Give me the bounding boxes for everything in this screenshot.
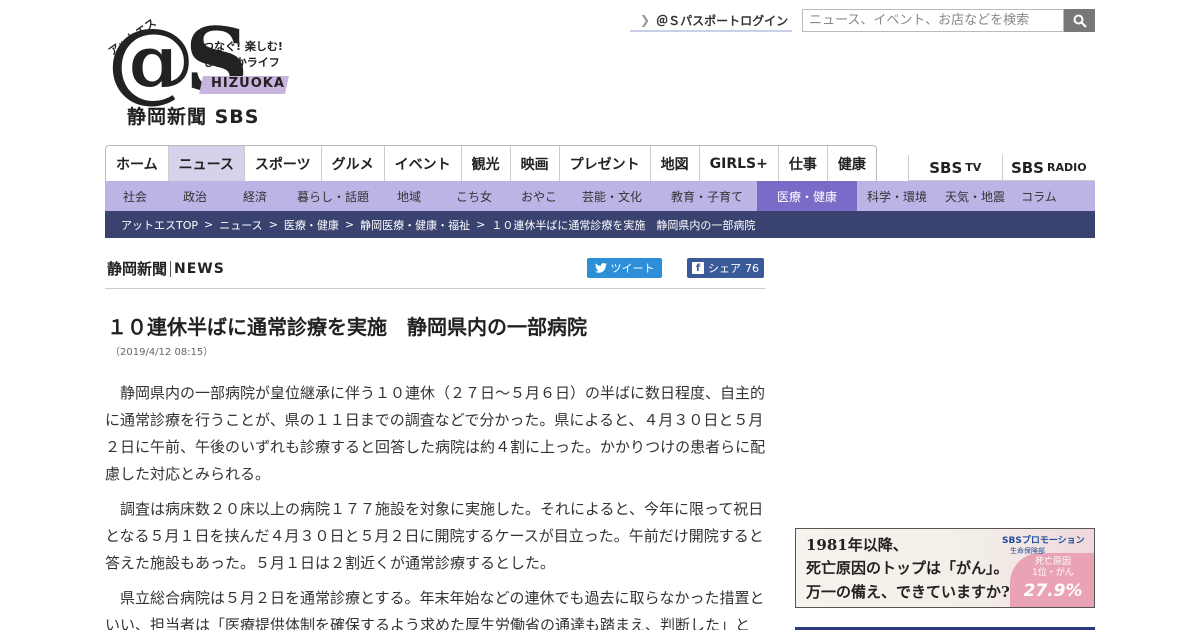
mainnav-item[interactable]: 映画 xyxy=(511,146,560,181)
subnav-item[interactable]: コラム xyxy=(1013,181,1065,211)
ad-stat-label: 死亡原因 1位・がん xyxy=(1018,557,1088,579)
subnav-item[interactable]: おやこ xyxy=(511,181,567,211)
ad-brand-sub: 生命保険部 xyxy=(1010,547,1045,555)
logo-tagline-2: しずおかライフ xyxy=(203,56,280,69)
twitter-bird-icon xyxy=(594,263,607,273)
mainnav-item[interactable]: ニュース xyxy=(168,146,245,181)
breadcrumb-item[interactable]: ニュース xyxy=(219,217,262,233)
subnav-item[interactable]: こち女 xyxy=(437,181,511,211)
broadcast-type: TV xyxy=(965,161,982,174)
breadcrumb: アットエスTOP > ニュース > 医療・健康 > 静岡医療・健康・福祉 >１０連休半ばに通常… xyxy=(105,211,1095,238)
search-input[interactable] xyxy=(802,9,1064,32)
breadcrumb-separator: > xyxy=(344,218,355,231)
ad-brand-name: SBSプロモーション xyxy=(1002,536,1085,546)
broadcast-brand: SBS xyxy=(929,158,963,177)
passport-login-link[interactable]: ❯ ＠Ｓパスポートログイン xyxy=(630,10,792,32)
ad-stat-rank: 1位・がん xyxy=(1032,568,1074,578)
ad-headline-2: 死亡原因のトップは「がん」。 xyxy=(806,559,1009,577)
broadcast-nav: SBS TV SBS RADIO xyxy=(908,155,1095,181)
subnav-item[interactable]: 天気・地震 xyxy=(937,181,1013,211)
divider xyxy=(105,288,765,289)
mainnav-item[interactable]: スポーツ xyxy=(245,146,322,181)
logo-hizuoka: HIZUOKA xyxy=(211,76,285,91)
chevron-right-icon: ❯ xyxy=(640,13,651,27)
share-count: 76 xyxy=(745,261,759,275)
ad-stat-percent: 27.9% xyxy=(1023,581,1083,601)
mainnav-item[interactable]: プレゼント xyxy=(560,146,651,181)
news-source-logo: 静岡新聞 NEWS xyxy=(107,258,225,279)
facebook-share-button[interactable]: f シェア 76 xyxy=(687,258,764,278)
article-paragraph: 静岡県内の一部病院が皇位継承に伴う１０連休（２７日～５月６日）の半ばに数日程度、… xyxy=(105,384,766,483)
logo-paper-name: 静岡新聞 SBS xyxy=(127,106,260,128)
news-source-ja: 静岡新聞 xyxy=(107,260,168,278)
breadcrumb-item[interactable]: 静岡医療・健康・福祉 xyxy=(360,217,470,233)
sub-nav: 社会 政治 経済 暮らし・話題 地域 こち女 おやこ 芸能・文化 教育・子育て 医療・健康 科学・環… xyxy=(105,181,1095,211)
site-logo[interactable]: アットエス @S つなぐ! 楽しむ! しずおかライフ HIZUOKA 静岡新聞 … xyxy=(105,14,295,130)
subnav-item[interactable]: 医療・健康 xyxy=(757,181,857,211)
subnav-item[interactable]: 暮らし・話題 xyxy=(285,181,381,211)
ad-stat-title: 死亡原因 xyxy=(1034,557,1071,567)
broadcast-brand: SBS xyxy=(1010,158,1044,177)
breadcrumb-item[interactable]: 医療・健康 xyxy=(284,217,339,233)
article-paragraph: 県立総合病院は５月２日を通常診療とする。年末年始などの連休でも過去に取らなかった… xyxy=(105,589,765,630)
passport-login-label: ＠Ｓパスポートログイン xyxy=(656,13,789,28)
divider xyxy=(170,260,172,277)
subnav-item[interactable]: 政治 xyxy=(165,181,225,211)
ad-headline-3: 万一の備え、できていますか? xyxy=(806,583,1010,601)
breadcrumb-separator: > xyxy=(476,218,486,231)
broadcast-link[interactable]: SBS RADIO xyxy=(1001,155,1095,181)
tweet-button[interactable]: ツイート xyxy=(587,258,662,278)
breadcrumb-item: １０連休半ばに通常診療を実施 静岡県内の一部病院 xyxy=(491,218,756,232)
logo-tagline: つなぐ! 楽しむ! xyxy=(203,40,283,53)
article-date: （2019/4/12 08:15） xyxy=(110,347,214,358)
mainnav-item[interactable]: 仕事 xyxy=(779,146,828,181)
mainnav-item[interactable]: 健康 xyxy=(828,146,876,181)
ad-headline-1: 1981年以降、 xyxy=(806,536,908,554)
subnav-item[interactable]: 芸能・文化 xyxy=(567,181,657,211)
search-button[interactable] xyxy=(1064,9,1095,32)
breadcrumb-separator: > xyxy=(204,218,214,231)
mainnav-item[interactable]: 観光 xyxy=(462,146,511,181)
subnav-item[interactable]: 科学・環境 xyxy=(857,181,937,211)
subnav-item[interactable]: 教育・子育て xyxy=(657,181,757,211)
news-source-en: NEWS xyxy=(174,260,225,277)
broadcast-link[interactable]: SBS TV xyxy=(908,155,1002,181)
share-label: シェア xyxy=(708,262,741,275)
article-body: 静岡県内の一部病院が皇位継承に伴う１０連休（２７日～５月６日）の半ばに数日程度、… xyxy=(105,380,767,630)
tweet-label: ツイート xyxy=(610,262,655,275)
subnav-item[interactable]: 社会 xyxy=(105,181,165,211)
mainnav-item[interactable]: イベント xyxy=(385,146,462,181)
mainnav-item[interactable]: グルメ xyxy=(322,146,385,181)
subnav-item[interactable]: 経済 xyxy=(225,181,285,211)
broadcast-type: RADIO xyxy=(1046,161,1087,174)
breadcrumb-separator: > xyxy=(268,218,278,231)
breadcrumb-item[interactable]: アットエスTOP xyxy=(121,217,198,233)
ad-brand: SBSプロモーション 生命保険部 xyxy=(1002,533,1085,556)
main-nav: ホーム ニュース スポーツ グルメ イベント 観光 映画 プレゼント 地図 GIRLS+ 仕事 健康 xyxy=(105,145,877,181)
article-paragraph: 調査は病床数２０床以上の病院１７７施設を対象に実施した。それによると、今年に限っ… xyxy=(105,500,764,572)
search-icon xyxy=(1073,14,1087,28)
mainnav-item[interactable]: GIRLS+ xyxy=(700,146,779,181)
facebook-icon: f xyxy=(692,262,704,274)
mainnav-item[interactable]: 地図 xyxy=(651,146,700,181)
article-title: １０連休半ばに通常診療を実施 静岡県内の一部病院 xyxy=(107,315,587,339)
insurance-ad-banner[interactable]: 1981年以降、 死亡原因のトップは「がん」。 万一の備え、できていますか? S… xyxy=(795,528,1095,608)
subnav-item[interactable]: 地域 xyxy=(381,181,437,211)
mainnav-item[interactable]: ホーム xyxy=(106,146,169,181)
